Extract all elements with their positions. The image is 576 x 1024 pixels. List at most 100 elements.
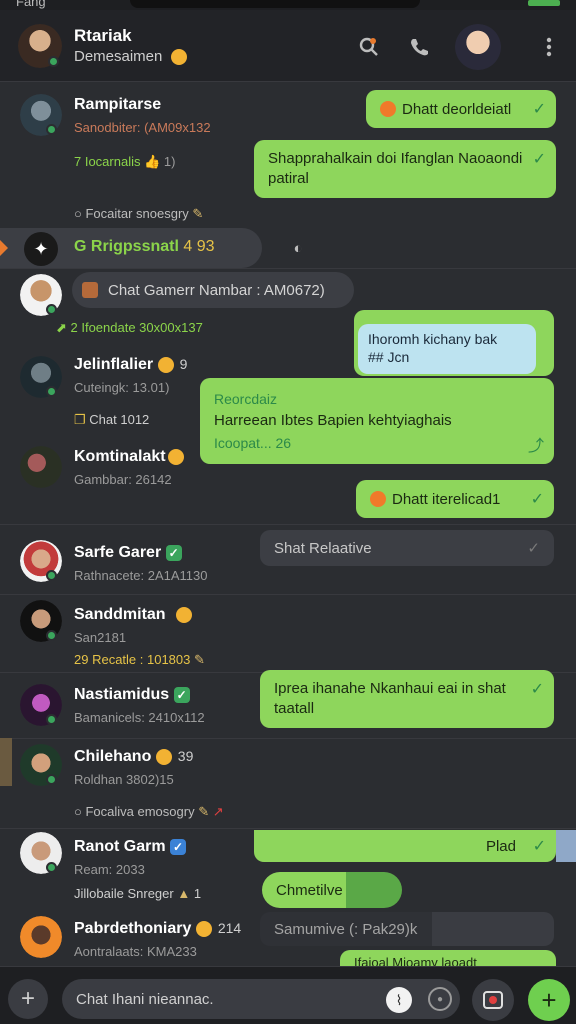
contact-name[interactable]: Komtinalakt (74, 448, 190, 466)
name-count: 214 (217, 920, 242, 936)
meta-text: Jillobaile Snreger (74, 886, 174, 901)
contact-meta: Rathnacete: 2A1A1130 (74, 568, 208, 583)
name-text: Rrigpssnatl (90, 238, 179, 255)
contact-meta: 29 Recatle : 101803 ✎ (74, 652, 205, 668)
phone-icon[interactable] (406, 34, 432, 60)
avatar[interactable] (20, 446, 62, 488)
contact-avatar[interactable] (455, 24, 501, 70)
message-bubble[interactable]: Dhatt iterelicad1 ✓ (356, 480, 554, 518)
name-text: Pabrdethoniary (74, 920, 192, 937)
pencil-icon: ✎ (198, 804, 210, 819)
selection-overlay (260, 912, 432, 946)
contact-meta: San2181 (74, 630, 127, 645)
message-bubble[interactable]: Shapprahalkain doi Ifanglan Naoaondi pati… (254, 140, 556, 198)
more-options-icon[interactable] (536, 34, 562, 60)
message-line-2: taatall (274, 700, 315, 717)
name-text: Sarfe Garer (74, 544, 162, 561)
status-time: Fang (16, 0, 46, 9)
contact-meta: ⬈ 2 Ifoendate 30x00x137 (56, 320, 203, 335)
online-indicator (46, 714, 57, 725)
message-bubble[interactable]: Shat Relaative ✓ (260, 530, 554, 566)
message-line-2: patiral (268, 170, 309, 187)
online-indicator (46, 570, 57, 581)
online-indicator (46, 862, 57, 873)
message-bubble[interactable]: Ifaioal Mioamy laoadt (340, 950, 556, 966)
meta-text: 7 Iocarnalis (74, 154, 141, 169)
contact-meta: Gambbar: 26142 (74, 472, 172, 487)
online-indicator (46, 630, 57, 641)
contact-name[interactable]: Sanddmitan (74, 606, 198, 624)
mute-icon[interactable]: ◐ (286, 236, 310, 260)
add-attachment-button[interactable]: + (8, 979, 48, 1019)
clip-icon[interactable]: ⌇ (386, 987, 412, 1013)
message-text: Chmetilve (276, 881, 343, 899)
emoji-icon (380, 101, 396, 117)
highlighted-chat-row[interactable]: ✦ G Rrigpssnatl 4 93 ◐ (0, 228, 576, 268)
status-bar: Fang (0, 0, 576, 10)
contact-name[interactable]: Pabrdethoniary 214 (74, 920, 241, 938)
chat-pill[interactable]: Chat Gamerr Nambar : AM0672) (72, 272, 354, 308)
contact-name: G Rrigpssnatl 4 93 (74, 238, 215, 255)
read-tick-icon: ✓ (527, 540, 540, 557)
contact-meta: 7 Iocarnalis 👍 1) (74, 154, 175, 170)
input-placeholder: Chat Ihani nieannac. (76, 990, 214, 1008)
contact-name[interactable]: Chilehano 39 (74, 748, 193, 766)
battery-icon (528, 0, 560, 6)
read-tick-icon: ✓ (530, 681, 544, 698)
avatar[interactable] (20, 916, 62, 958)
read-tick-icon: ✓ (532, 101, 546, 118)
record-button[interactable] (472, 979, 514, 1021)
contact-meta: Roldhan 3802)15 (74, 772, 174, 787)
smile-icon (157, 356, 174, 373)
contact-meta: Cuteingk: 13.01) (74, 380, 170, 395)
camera-icon[interactable]: ● (428, 987, 452, 1011)
online-indicator (48, 56, 59, 67)
camera-notch (130, 0, 420, 8)
read-tick-icon: ✓ (532, 151, 546, 168)
header-subtitle-text: Demesaimen (74, 48, 163, 65)
contact-name[interactable]: Jelinflalier 9 (74, 356, 187, 374)
contact-name[interactable]: Sarfe Garer ✓ (74, 544, 182, 562)
online-indicator (46, 304, 57, 315)
name-text: Jelinflalier (74, 356, 154, 373)
divider (0, 268, 576, 269)
header-title: Rtariak (74, 26, 132, 45)
meta-text: Chat 1012 (89, 412, 150, 427)
message-bubble[interactable]: Chmetilve (262, 872, 402, 908)
message-bubble[interactable]: Reorcdaiz Harreean Ibtes Bapien kehtyiag… (200, 378, 554, 464)
meta-text: Focaliva emosogry (85, 804, 195, 819)
divider (0, 594, 576, 595)
pill-text: Chat Gamerr Nambar : AM0672) (108, 281, 325, 299)
gamepad-icon (82, 282, 98, 298)
quoted-message: Ihoromh kichany bak ## Jcn (358, 324, 536, 374)
message-footer: Icoopat... 26 (214, 435, 292, 451)
contact-meta: Sanodbiter: (AM09x132 (74, 120, 211, 135)
name-count: 39 (177, 748, 194, 764)
message-bubble[interactable]: Iprea ihanahe Nkanhaui eai in shat taatal… (260, 670, 554, 728)
verified-icon: ✓ (170, 839, 187, 855)
contact-name[interactable]: Nastiamidus ✓ (74, 686, 190, 704)
divider (0, 524, 576, 525)
smile-icon (170, 49, 187, 66)
message-bubble[interactable]: Dhatt deorldeiatl ✓ (366, 90, 556, 128)
share-icon: ⤴ (527, 438, 544, 455)
send-button[interactable]: + (528, 979, 570, 1021)
contact-meta: ○ Focaitar snoesgry ✎ (74, 206, 204, 221)
search-icon[interactable] (356, 34, 382, 60)
contact-name[interactable]: Ranot Garm ✓ (74, 838, 187, 856)
pencil-icon: ✎ (194, 652, 205, 667)
smile-icon (176, 606, 193, 623)
name-text: Chilehano (74, 748, 152, 765)
chat-icon: ❐ (74, 412, 86, 427)
message-bubble[interactable]: Samumive (: Pak29)k (260, 912, 554, 946)
message-text: Dhatt deorldeiatl (402, 100, 512, 118)
online-indicator (46, 124, 57, 135)
message-text: Harreean Ibtes Bapien kehtyiaghais (214, 412, 452, 429)
contact-name[interactable]: Rampitarse (74, 96, 161, 114)
contact-meta: Bamanicels: 2410x112 (74, 710, 205, 725)
message-bubble[interactable]: Plad ✓ (254, 830, 556, 862)
quote-line-2: ## Jcn (368, 349, 410, 365)
online-indicator (46, 774, 57, 785)
name-text: Sanddmitan (74, 606, 166, 623)
side-accent (556, 830, 576, 862)
